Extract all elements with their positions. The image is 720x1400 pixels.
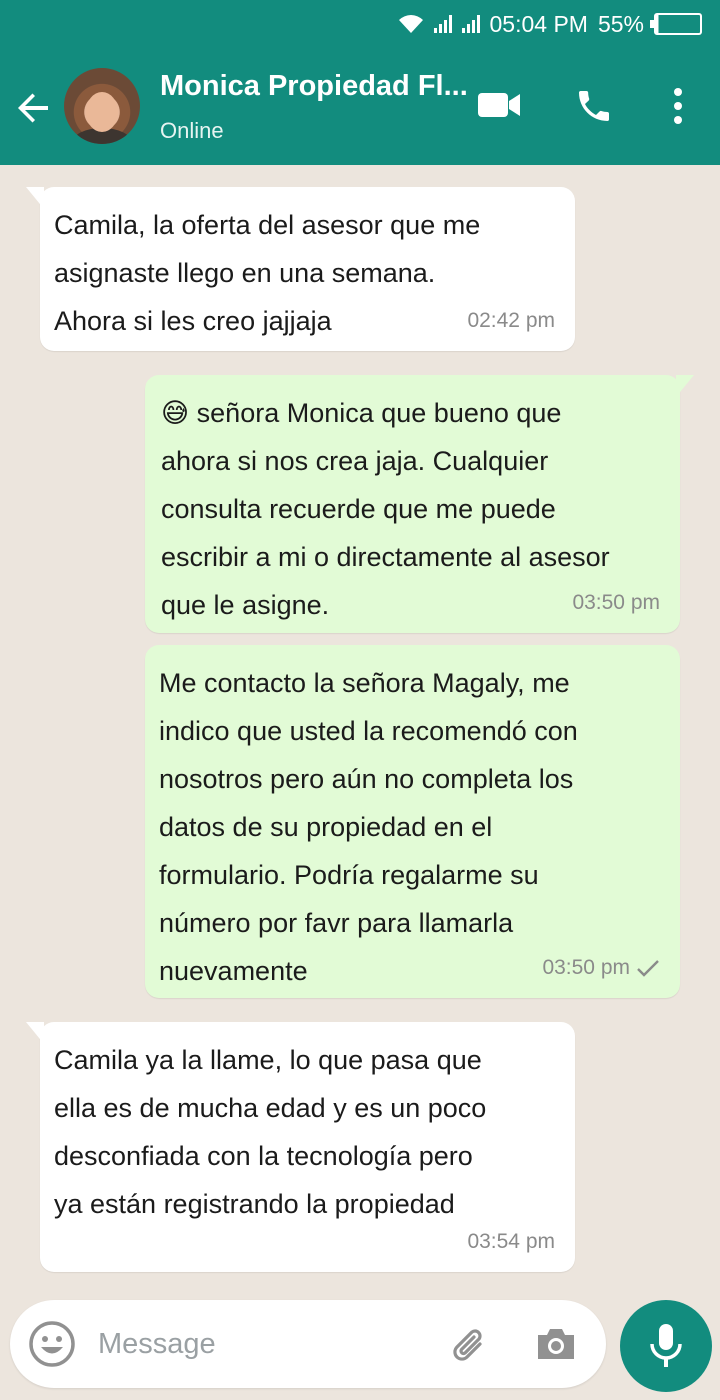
message-bubble-outgoing[interactable]: 😅 señora Monica que bueno que ahora si n…: [145, 375, 694, 633]
contact-status: Online: [160, 118, 224, 143]
wifi-icon: [398, 15, 423, 33]
camera-icon[interactable]: [534, 1326, 578, 1362]
message-composer[interactable]: Message: [10, 1300, 606, 1388]
signal-icon: [433, 15, 452, 33]
emoji-icon[interactable]: [28, 1320, 76, 1368]
message-input[interactable]: Message: [98, 1328, 216, 1361]
video-call-icon[interactable]: [476, 86, 522, 124]
back-arrow-icon[interactable]: [16, 90, 52, 126]
contact-name[interactable]: Monica Propiedad Fl...: [160, 70, 470, 103]
avatar[interactable]: [64, 68, 140, 144]
phone-icon[interactable]: [574, 86, 614, 126]
status-bar: 05:04 PM 55%: [0, 0, 720, 48]
message-time: 03:54 pm: [467, 1230, 555, 1253]
message-time: 03:50 pm: [572, 591, 660, 614]
message-text: Camila ya la llame, lo que pasa que ella…: [54, 1045, 487, 1219]
message-bubble-incoming[interactable]: Camila, la oferta del asesor que me asig…: [26, 187, 575, 351]
sweat-smile-emoji: 😅: [161, 398, 190, 428]
message-time: 02:42 pm: [467, 309, 555, 332]
chat-header: 05:04 PM 55% Monica Propiedad Fl... Onli…: [0, 0, 720, 165]
check-icon: [637, 960, 659, 977]
battery-percent: 55%: [597, 10, 644, 37]
message-bubble-incoming[interactable]: Camila ya la llame, lo que pasa que ella…: [26, 1022, 575, 1272]
mic-button[interactable]: [620, 1300, 712, 1392]
status-time: 05:04 PM: [489, 10, 588, 37]
more-vert-icon[interactable]: [668, 86, 688, 126]
message-bubble-outgoing[interactable]: Me contacto la señora Magaly, me indico …: [145, 645, 680, 998]
mic-icon: [650, 1324, 682, 1367]
signal-icon: [461, 15, 480, 33]
attach-icon[interactable]: [450, 1324, 490, 1366]
message-time: 03:50 pm: [542, 944, 660, 992]
battery-icon: [650, 13, 702, 35]
